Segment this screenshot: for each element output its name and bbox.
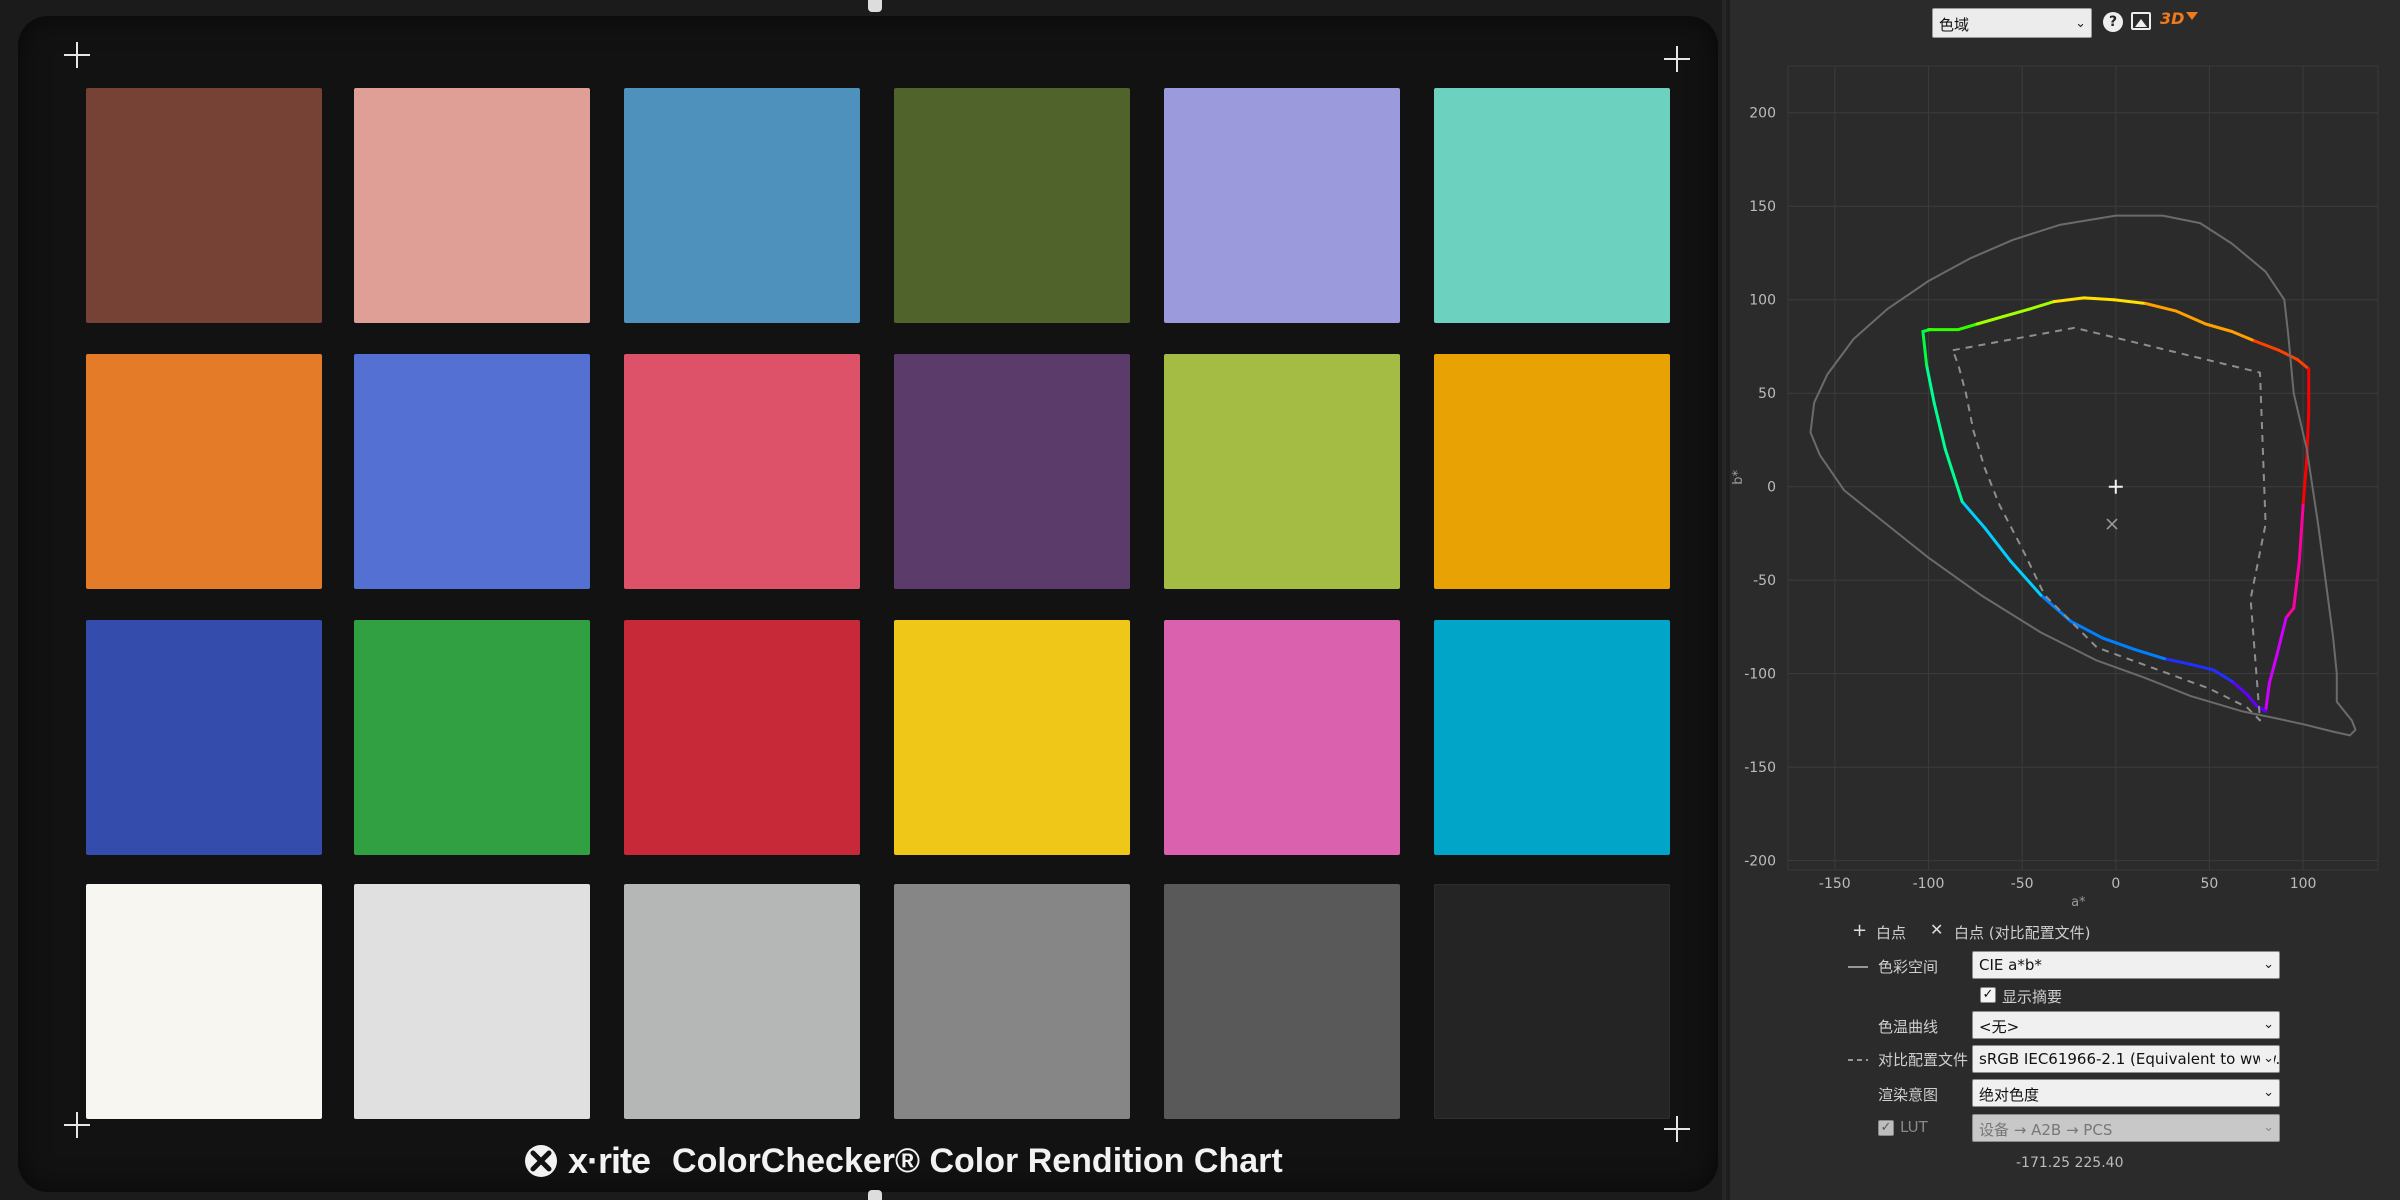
y-tick-label: -200 [1744,854,1776,870]
x-tick-label: 100 [2290,876,2317,892]
y-axis-label: b* [1731,469,1746,484]
3d-dropdown-caret-icon[interactable] [2186,12,2198,20]
x-tick-label: -150 [1819,876,1851,892]
color-patch [624,884,860,1119]
chevron-down-icon: ⌄ [2260,1085,2274,1100]
color-space-value: CIE a*b* [1979,956,2042,974]
color-patch [624,354,860,589]
y-tick-label: 100 [1749,293,1776,309]
compare-profile-value: sRGB IEC61966-2.1 (Equivalent to www.s [1979,1050,2280,1068]
cct-curve-label: 色温曲线 [1878,1018,1939,1036]
crosshair-top-right-icon [1664,46,1690,72]
cursor-coordinates: -171.25 225.40 [2016,1155,2124,1171]
x-axis-label: a* [2071,895,2086,910]
gamut-plot[interactable]: -150 -100 -50 0 50 100 200 150 100 50 0 -50 -100 -150… [1730,50,2400,910]
rendering-intent-label: 渲染意图 [1878,1086,1939,1104]
y-tick-label: 200 [1749,106,1776,122]
color-patch [894,620,1130,855]
lut-label: LUT [1900,1118,1928,1136]
help-icon[interactable]: ? [2103,12,2123,32]
color-patch [1434,884,1670,1119]
color-patch [86,354,322,589]
compare-profile-select[interactable]: sRGB IEC61966-2.1 (Equivalent to www.s ⌄ [1972,1045,2280,1073]
color-patch [624,88,860,323]
cct-curve-select[interactable]: <无> ⌄ [1972,1011,2280,1039]
color-patch [354,88,590,323]
color-patch [86,884,322,1119]
chevron-down-icon: ⌄ [2260,957,2274,972]
y-tick-label: -50 [1753,573,1776,589]
xrite-logo-icon [525,1145,557,1177]
x-tick-label: 50 [2201,876,2219,892]
x-tick-label: 0 [2111,876,2120,892]
y-tick-label: 50 [1758,386,1776,402]
color-space-select[interactable]: CIE a*b* ⌄ [1972,951,2280,979]
show-summary-label: 显示摘要 [2002,988,2063,1006]
image-viewer[interactable]: x·rite ColorChecker® Color Rendition Cha… [0,0,1722,1200]
chart-title: ColorChecker® Color Rendition Chart [672,1141,1283,1180]
crosshair-top-left-icon [64,42,90,68]
colorchecker-card [18,16,1718,1192]
card-notch-top [868,0,882,12]
image-icon[interactable] [2131,12,2151,30]
brand-footer: x·rite ColorChecker® Color Rendition Cha… [524,1138,1283,1184]
chevron-down-icon: ⌄ [2260,1017,2274,1032]
lut-value: 设备 → A2B → PCS [1979,1121,2113,1139]
gamut-panel: 色域 ⌄ ? 3D -150 -100 -50 0 50 100 200 150 100 50 0-… [1726,0,2400,1200]
legend-compare-white-point: 白点 (对比配置文件) [1954,924,2091,942]
x-tick-label: -100 [1913,876,1945,892]
color-patch [1164,884,1400,1119]
color-patch [1164,88,1400,323]
view-mode-value: 色域 [1939,16,1970,34]
dashed-line-icon [1848,1059,1868,1061]
color-patch [894,884,1130,1119]
plot-area [1787,65,2379,871]
view-mode-select[interactable]: 色域 ⌄ [1932,8,2092,38]
y-tick-label: 150 [1749,199,1776,215]
3d-view-button[interactable]: 3D [2160,9,2184,28]
color-patch [624,620,860,855]
crosshair-bottom-left-icon [64,1112,90,1138]
x-tick-label: -50 [2011,876,2034,892]
color-patch [1434,620,1670,855]
crosshair-bottom-right-icon [1664,1116,1690,1142]
chevron-down-icon: ⌄ [2075,16,2086,31]
plus-icon: + [1852,920,1868,941]
rendering-intent-select[interactable]: 绝对色度 ⌄ [1972,1079,2280,1107]
rendering-intent-value: 绝对色度 [1979,1086,2040,1104]
color-patch [894,354,1130,589]
color-space-label: 色彩空间 [1878,958,1939,976]
color-patch [86,620,322,855]
legend-white-point: 白点 [1876,924,1907,942]
y-tick-label: -150 [1744,760,1776,776]
color-patch [1434,354,1670,589]
color-patch [86,88,322,323]
color-patch [894,88,1130,323]
y-tick-label: 0 [1767,480,1776,496]
color-patch [354,354,590,589]
chevron-down-icon: ⌄ [2260,1120,2274,1135]
y-tick-label: -100 [1744,667,1776,683]
lut-checkbox[interactable]: ✓ [1878,1120,1894,1136]
color-patch [354,884,590,1119]
show-summary-checkbox[interactable]: ✓ [1980,987,1996,1003]
card-notch-bottom [868,1190,882,1200]
compare-profile-label: 对比配置文件 [1878,1051,1969,1069]
color-patch [1164,354,1400,589]
color-patch [1164,620,1400,855]
color-space-gamut-segment [2082,296,2116,302]
solid-line-icon [1848,966,1868,968]
cct-curve-value: <无> [1979,1018,2020,1036]
color-patch [1434,88,1670,323]
brand-name: x·rite [568,1140,651,1181]
color-patch [354,620,590,855]
x-icon: ✕ [1930,920,1944,939]
chevron-down-icon: ⌄ [2260,1051,2274,1066]
lut-select: 设备 → A2B → PCS ⌄ [1972,1114,2280,1142]
